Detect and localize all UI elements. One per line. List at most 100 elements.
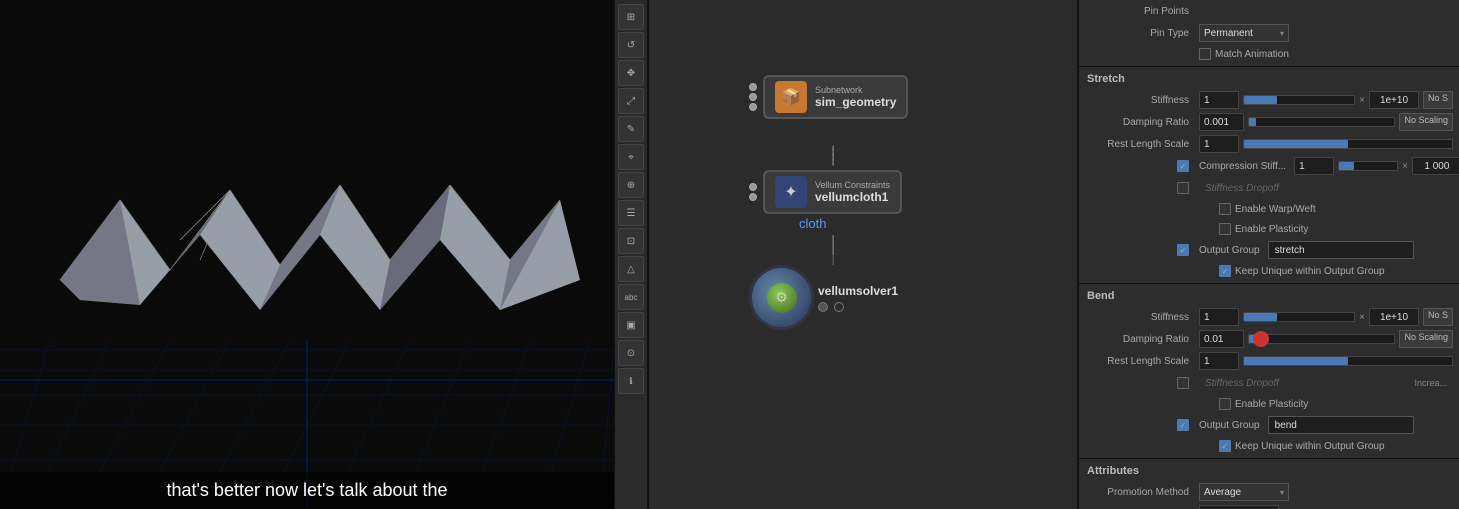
stiffness-input[interactable] xyxy=(1199,91,1239,109)
damping-noscale[interactable]: No Scaling xyxy=(1399,113,1453,131)
stiffness-slider-fill xyxy=(1244,96,1277,104)
output-group-bend-checkbox[interactable]: ✓ xyxy=(1177,419,1189,431)
keep-unique-bend-checkbox[interactable]: ✓ xyxy=(1219,440,1231,452)
tag-input[interactable] xyxy=(1199,505,1279,509)
compression-stiff-checkbox[interactable]: ✓ xyxy=(1177,160,1189,172)
rest-length-scale-input[interactable] xyxy=(1199,135,1239,153)
rest-length-slider-container xyxy=(1243,139,1453,149)
output-group-stretch-checkbox[interactable]: ✓ xyxy=(1177,244,1189,256)
tool-snap[interactable]: ⌖ xyxy=(618,144,644,170)
bend-stiffness-row: Stiffness × No S xyxy=(1079,306,1459,328)
rest-length-slider-track[interactable] xyxy=(1243,139,1453,149)
tool-edit[interactable]: ✎ xyxy=(618,116,644,142)
tool-text[interactable]: abc xyxy=(618,284,644,310)
rest-length-scale-label: Rest Length Scale xyxy=(1085,139,1195,150)
tool-rotate[interactable]: ↺ xyxy=(618,32,644,58)
bend-stiffness-right-input[interactable] xyxy=(1369,308,1419,326)
tool-info[interactable]: ℹ xyxy=(618,368,644,394)
bend-enable-plasticity-checkbox[interactable] xyxy=(1219,398,1231,410)
pin-type-label: Pin Type xyxy=(1085,28,1195,39)
stiffness-dropoff-row: Stiffness Dropoff xyxy=(1079,177,1459,199)
bend-damping-slider-track[interactable] xyxy=(1248,334,1395,344)
pin-type-row: Pin Type Permanent ▾ xyxy=(1079,22,1459,44)
rest-length-slider-fill xyxy=(1244,140,1348,148)
bend-stiffness-slider-fill xyxy=(1244,313,1277,321)
promotion-method-value: Average xyxy=(1204,487,1241,498)
promotion-method-dropdown[interactable]: Average ▾ xyxy=(1199,483,1289,501)
compression-stiff-input[interactable] xyxy=(1294,157,1334,175)
bend-rest-angle-row: Rest Length Scale xyxy=(1079,350,1459,372)
stiffness-noscale[interactable]: No S xyxy=(1423,91,1453,109)
pin-points-label: Pin Points xyxy=(1085,6,1195,17)
tag-row: Tag xyxy=(1079,503,1459,509)
damping-ratio-row: Damping Ratio No Scaling xyxy=(1079,111,1459,133)
output-group-stretch-input[interactable] xyxy=(1268,241,1414,259)
output-group-bend-label: Output Group xyxy=(1199,420,1264,431)
output-group-bend-input[interactable] xyxy=(1268,416,1414,434)
node-subnetwork[interactable]: 📦 Subnetwork sim_geometry xyxy=(749,75,908,119)
match-animation-label: Match Animation xyxy=(1215,49,1289,60)
bend-enable-plasticity-label: Enable Plasticity xyxy=(1235,399,1308,410)
damping-slider-track[interactable] xyxy=(1248,117,1395,127)
match-animation-row: Match Animation xyxy=(1079,44,1459,64)
node-graph: 📦 Subnetwork sim_geometry ✦ Vellum Const… xyxy=(648,0,1078,509)
tool-triangle[interactable]: △ xyxy=(618,256,644,282)
keep-unique-stretch-checkbox[interactable]: ✓ xyxy=(1219,265,1231,277)
output-group-stretch-label: Output Group xyxy=(1199,245,1264,256)
bend-stiffness-slider-track[interactable] xyxy=(1243,312,1355,322)
enable-warp-weft-checkbox[interactable] xyxy=(1219,203,1231,215)
cloth-label: cloth xyxy=(799,216,826,231)
properties-panel: Pin Points Pin Type Permanent ▾ Match An… xyxy=(1078,0,1459,509)
bend-stiffness-multiply: × xyxy=(1359,312,1365,323)
keep-unique-stretch-row: ✓ Keep Unique within Output Group xyxy=(1079,261,1459,281)
promotion-dropdown-arrow-icon: ▾ xyxy=(1280,488,1284,497)
enable-warp-weft-label: Enable Warp/Weft xyxy=(1235,204,1316,215)
enable-plasticity-stretch-label: Enable Plasticity xyxy=(1235,224,1308,235)
output-group-bend-row: ✓ Output Group xyxy=(1079,414,1459,436)
vellumconstraints-name: vellumcloth1 xyxy=(815,190,890,204)
bend-stiffness-dropoff-checkbox[interactable] xyxy=(1177,377,1189,389)
bend-rest-angle-slider-fill xyxy=(1244,357,1348,365)
viewport-3d[interactable]: that's better now let's talk about the xyxy=(0,0,614,509)
bend-stiffness-dropoff-label: Stiffness Dropoff xyxy=(1199,377,1285,390)
tool-image[interactable]: ▣ xyxy=(618,312,644,338)
tool-compass[interactable]: ⊙ xyxy=(618,340,644,366)
port-in-b xyxy=(749,193,757,201)
bend-stiffness-noscale[interactable]: No S xyxy=(1423,308,1453,326)
bend-rest-angle-slider-track[interactable] xyxy=(1243,356,1453,366)
compression-right-input[interactable] xyxy=(1412,157,1459,175)
node-vellumsolver[interactable]: ⚙ vellumsolver1 xyxy=(749,265,898,330)
compression-slider-track[interactable] xyxy=(1338,161,1398,171)
tool-grid[interactable]: ⊞ xyxy=(618,4,644,30)
tool-box[interactable]: ⊡ xyxy=(618,228,644,254)
output-group-stretch-row: ✓ Output Group xyxy=(1079,239,1459,261)
tool-add[interactable]: ⊕ xyxy=(618,172,644,198)
match-animation-checkbox[interactable] xyxy=(1199,48,1211,60)
stiffness-right-input[interactable] xyxy=(1369,91,1419,109)
node-vellumconstraints[interactable]: ✦ Vellum Constraints vellumcloth1 cloth xyxy=(749,170,902,231)
tool-select[interactable]: ☰ xyxy=(618,200,644,226)
port-in-3 xyxy=(749,103,757,111)
bend-rest-angle-slider-container xyxy=(1243,356,1453,366)
tool-pan[interactable]: ✥ xyxy=(618,60,644,86)
stiffness-label: Stiffness xyxy=(1085,95,1195,106)
tool-scale[interactable]: ⤢ xyxy=(618,88,644,114)
3d-scene-svg xyxy=(0,0,614,509)
stiffness-slider-track[interactable] xyxy=(1243,95,1355,105)
pin-type-dropdown[interactable]: Permanent ▾ xyxy=(1199,24,1289,42)
subtitle: that's better now let's talk about the xyxy=(0,472,614,509)
compression-slider-fill xyxy=(1339,162,1354,170)
bend-damping-cursor[interactable] xyxy=(1253,331,1269,347)
bend-enable-plasticity-row: Enable Plasticity xyxy=(1079,394,1459,414)
bend-rest-angle-input[interactable] xyxy=(1199,352,1239,370)
damping-slider-fill xyxy=(1249,118,1256,126)
damping-ratio-input[interactable] xyxy=(1199,113,1244,131)
bend-damping-input[interactable] xyxy=(1199,330,1244,348)
enable-plasticity-stretch-row: Enable Plasticity xyxy=(1079,219,1459,239)
enable-plasticity-stretch-checkbox[interactable] xyxy=(1219,223,1231,235)
stiffness-dropoff-checkbox[interactable] xyxy=(1177,182,1189,194)
bend-damping-noscale[interactable]: No Scaling xyxy=(1399,330,1453,348)
bend-stiffness-input[interactable] xyxy=(1199,308,1239,326)
stiffness-row: Stiffness × No S xyxy=(1079,89,1459,111)
stretch-divider xyxy=(1079,66,1459,67)
